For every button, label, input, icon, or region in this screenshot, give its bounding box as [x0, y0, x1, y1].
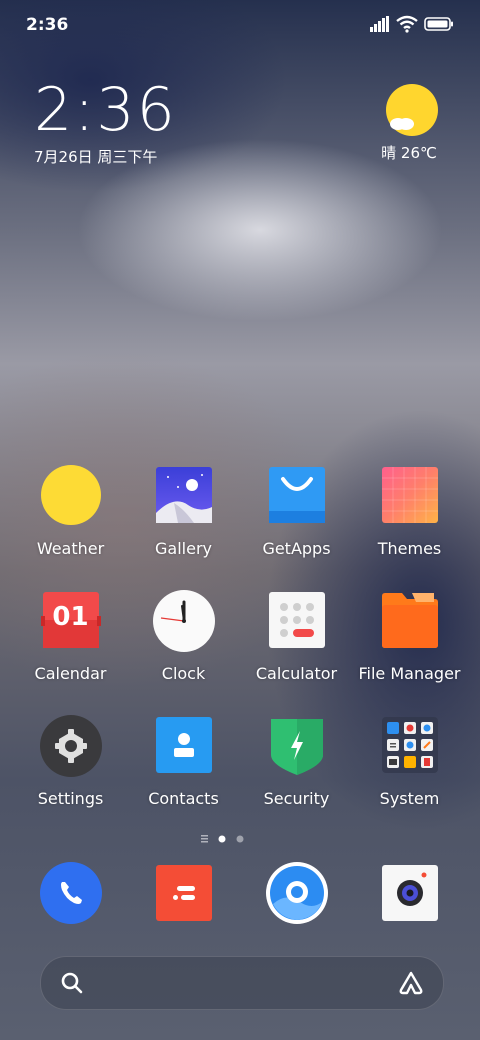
app-label: Themes [377, 539, 442, 558]
menu-lines-icon [201, 835, 208, 843]
app-label: Calendar [34, 664, 107, 683]
app-label: Contacts [148, 789, 219, 808]
app-security[interactable]: Security [240, 715, 353, 808]
search-icon [61, 972, 83, 994]
browser-icon [266, 862, 328, 924]
widget-date: 7月26日 周三下午 [34, 148, 158, 166]
calendar-icon: 01 [40, 590, 101, 650]
battery-icon [424, 17, 453, 31]
page-dot [236, 835, 244, 843]
clock-icon [152, 590, 215, 652]
app-gallery[interactable]: Gallery [127, 465, 240, 558]
folder-icon [380, 590, 440, 650]
app-calculator[interactable]: Calculator [240, 590, 353, 683]
status-bar: 2:36 [0, 0, 480, 50]
sunny-weather-icon [386, 84, 438, 136]
app-clock[interactable]: Clock [127, 590, 240, 683]
app-label: Calculator [255, 664, 338, 683]
signal-icon [370, 16, 389, 32]
app-label: Clock [161, 664, 206, 683]
app-calendar[interactable]: 01 Calendar [14, 590, 127, 683]
dock-phone[interactable] [40, 862, 102, 924]
camera-icon [382, 865, 438, 921]
search-bar[interactable] [40, 956, 444, 1010]
app-label: Weather [36, 539, 105, 558]
shopping-bag-icon [267, 465, 327, 525]
app-folder-icon [380, 715, 440, 775]
clock-widget[interactable]: 2:36 7月26日 周三下午 [34, 78, 177, 167]
contacts-icon [154, 715, 214, 775]
calculator-icon [267, 590, 327, 650]
widget-time: 2:36 [34, 75, 177, 145]
app-getapps[interactable]: GetApps [240, 465, 353, 558]
app-file-manager[interactable]: File Manager [353, 590, 466, 683]
app-label: System [379, 789, 440, 808]
gear-icon [39, 715, 102, 777]
wifi-icon [396, 15, 418, 33]
messaging-icon [156, 865, 212, 921]
app-contacts[interactable]: Contacts [127, 715, 240, 808]
dock-messaging[interactable] [153, 862, 215, 924]
dock-camera[interactable] [379, 862, 441, 924]
app-label: Gallery [155, 539, 212, 558]
phone-icon [40, 862, 102, 924]
app-settings[interactable]: Settings [14, 715, 127, 808]
page-indicator[interactable] [0, 830, 480, 843]
dock-browser[interactable] [266, 862, 328, 924]
page-dot-active [218, 835, 226, 843]
gallery-icon [154, 465, 214, 525]
app-weather[interactable]: Weather [14, 465, 127, 558]
app-label: GetApps [262, 539, 331, 558]
shield-icon [267, 715, 327, 775]
weather-text: 晴 26℃ [381, 144, 437, 162]
assistant-icon[interactable] [397, 970, 425, 996]
app-label: Security [263, 789, 330, 808]
calendar-day: 01 [52, 602, 89, 632]
weather-app-icon [40, 465, 101, 525]
status-time: 2:36 [26, 15, 69, 35]
themes-icon [380, 465, 440, 525]
weather-widget[interactable]: 晴 26℃ [374, 84, 444, 163]
app-label: Settings [37, 789, 104, 808]
app-themes[interactable]: Themes [353, 465, 466, 558]
app-folder-system[interactable]: System [353, 715, 466, 808]
app-label: File Manager [358, 664, 461, 683]
